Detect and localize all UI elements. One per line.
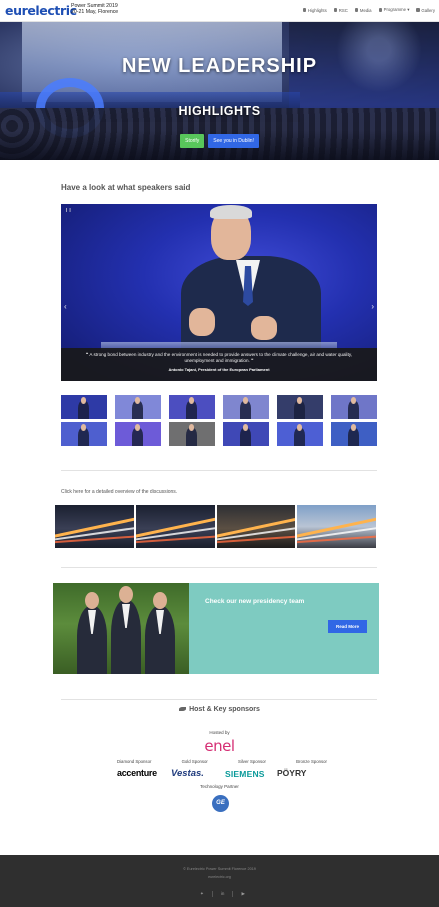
siemens-logo[interactable]: SIEMENS — [225, 769, 265, 779]
separator — [232, 891, 234, 897]
discussion-images — [55, 505, 376, 548]
nav-label: Programme ▾ — [383, 7, 410, 12]
ge-logo[interactable]: GE — [212, 795, 229, 812]
nav-gallery[interactable]: Gallery — [416, 7, 435, 13]
nav-media[interactable]: Media — [354, 7, 372, 13]
hosted-by-label: Hosted by — [209, 730, 230, 735]
hero-title: NEW LEADERSHIP — [121, 55, 318, 77]
speaker-thumbnails — [61, 395, 377, 446]
person — [145, 592, 175, 674]
chevron-left-icon[interactable]: ‹ — [64, 302, 67, 311]
main-nav: Highlights RSC Media Programme ▾ Gallery — [302, 7, 435, 13]
nav-highlights[interactable]: Highlights — [302, 7, 327, 13]
site-header: eurelectric Power Summit 2019 20-21 May,… — [0, 0, 439, 22]
vestas-logo[interactable]: Vestas. — [171, 768, 204, 779]
accenture-logo[interactable]: accenture — [117, 768, 157, 778]
site-link[interactable]: eurelectric.org — [0, 875, 439, 879]
technology-partner-label: Technology Partner — [200, 784, 239, 789]
speaker-hair — [210, 205, 252, 219]
speaker-photo — [181, 204, 321, 349]
person — [77, 592, 107, 674]
youtube-icon[interactable]: ▶ — [241, 891, 244, 897]
speaker-thumbnail[interactable] — [169, 395, 215, 419]
speaker-hand-left — [189, 308, 215, 336]
divider — [61, 699, 377, 700]
gold-sponsor-label: Gold Sponsor — [181, 759, 208, 764]
dublin-button[interactable]: See you in Dublin! — [208, 134, 259, 148]
eurelectric-logo[interactable]: eurelectric — [5, 3, 77, 18]
page: eurelectric Power Summit 2019 20-21 May,… — [0, 0, 439, 907]
speaker-thumbnail[interactable] — [115, 422, 161, 446]
nav-label: Gallery — [421, 7, 435, 13]
presidency-panel: Check our new presidency team Read More — [189, 583, 379, 674]
hero-buttons: Storify See you in Dublin! — [0, 134, 439, 148]
speaker-thumbnail[interactable] — [169, 422, 215, 446]
sponsor-logos: accenture Vestas. SIEMENS PÖYRY — [117, 768, 327, 780]
divider — [61, 567, 377, 568]
presidency-title: Check our new presidency team — [205, 598, 305, 605]
document-icon — [333, 8, 338, 12]
speaker-thumbnail[interactable] — [115, 395, 161, 419]
sponsors-title: Host & Key sponsors — [189, 706, 260, 713]
speaker-hand-right — [251, 316, 277, 340]
speaker-thumbnail[interactable] — [331, 395, 377, 419]
speaker-thumbnail[interactable] — [277, 422, 323, 446]
discussions-link-text[interactable]: Click here for a detailed overview of th… — [61, 489, 177, 495]
hero-banner: NEW LEADERSHIP HIGHLIGHTS Storify See yo… — [0, 22, 439, 160]
nav-rsc[interactable]: RSC — [333, 7, 348, 13]
divider — [61, 470, 377, 471]
nav-label: Highlights — [307, 7, 327, 13]
diamond-sponsor-label: Diamond Sponsor — [117, 759, 152, 764]
sponsor-categories: Diamond Sponsor Gold Sponsor Silver Spon… — [117, 759, 327, 764]
speaker-thumbnail[interactable] — [61, 422, 107, 446]
speaker-thumbnail[interactable] — [331, 422, 377, 446]
speaker-thumbnail[interactable] — [223, 422, 269, 446]
nav-label: RSC — [338, 7, 348, 13]
read-more-button[interactable]: Read More — [328, 620, 368, 633]
social-links: ✦ in ▶ — [200, 891, 245, 897]
discussion-image[interactable] — [216, 505, 296, 548]
separator — [211, 891, 213, 897]
hero-subtitle: HIGHLIGHTS — [178, 104, 261, 118]
event-date: 20-21 May, Florence — [71, 9, 119, 15]
linkedin-icon[interactable]: in — [221, 891, 225, 897]
twitter-icon[interactable]: ✦ — [200, 891, 204, 897]
silver-sponsor-label: Silver Sponsor — [238, 759, 266, 764]
presidency-photo — [53, 583, 189, 674]
discussion-image[interactable] — [135, 505, 215, 548]
camera-icon — [354, 8, 359, 12]
location-icon — [302, 8, 307, 12]
discussion-image[interactable] — [55, 505, 134, 548]
enel-logo[interactable]: enel — [0, 737, 439, 755]
nav-programme[interactable]: Programme ▾ — [378, 7, 410, 13]
poyry-logo[interactable]: PÖYRY — [277, 768, 306, 778]
speakers-heading: Have a look at what speakers said — [61, 183, 191, 192]
carousel-caption: ❝ A strong bond between industry and the… — [61, 348, 377, 381]
quote-author: Antonio Tajani, President of the Europea… — [168, 367, 270, 373]
speaker-thumbnail[interactable] — [61, 395, 107, 419]
discussion-image[interactable] — [297, 505, 376, 548]
speaker-thumbnail[interactable] — [223, 395, 269, 419]
storify-button[interactable]: Storify — [180, 134, 205, 148]
site-footer: © Eurelectric Power Summit Florence 2019… — [0, 855, 439, 907]
event-info: Power Summit 2019 20-21 May, Florence — [71, 3, 118, 15]
leaf-icon — [179, 707, 187, 712]
nav-label: Media — [359, 7, 372, 13]
image-icon — [416, 8, 420, 12]
sponsors-heading: Host & Key sponsors — [0, 706, 439, 713]
calendar-icon — [378, 8, 383, 12]
chevron-right-icon[interactable]: › — [371, 302, 374, 311]
bronze-sponsor-label: Bronze Sponsor — [296, 759, 327, 764]
speaker-thumbnail[interactable] — [277, 395, 323, 419]
pause-icon[interactable]: ❙❙ — [65, 207, 72, 212]
copyright-text: © Eurelectric Power Summit Florence 2019 — [183, 867, 256, 871]
speaker-quote: ❝ A strong bond between industry and the… — [85, 352, 353, 364]
person — [111, 586, 141, 674]
speaker-carousel[interactable]: ❙❙ ‹ › ❝ A strong bond between industry … — [61, 204, 377, 381]
presidency-banner: Check our new presidency team Read More — [53, 583, 379, 674]
